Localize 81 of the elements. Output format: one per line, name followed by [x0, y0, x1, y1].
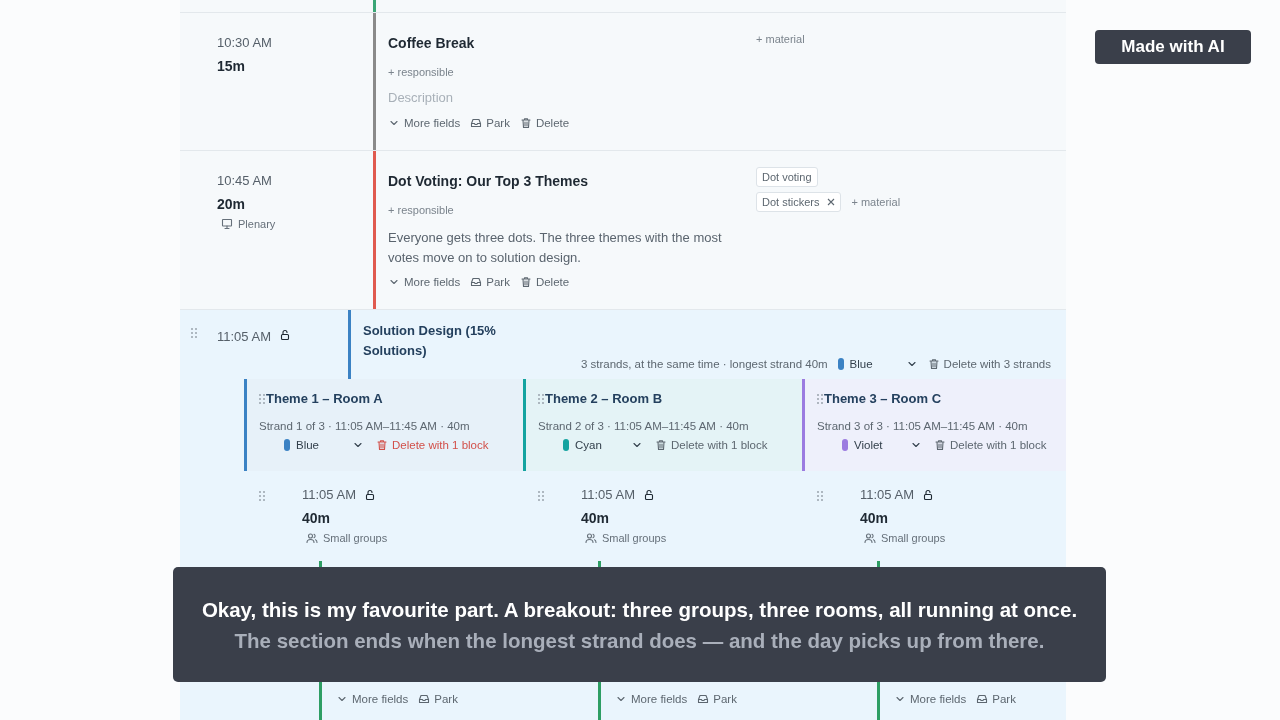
- people-icon: [306, 532, 318, 544]
- duration: 40m: [581, 510, 611, 526]
- start-time: 11:05 AM: [581, 487, 635, 502]
- park-button[interactable]: Park: [976, 693, 1016, 705]
- session-title: Dot Voting: Our Top 3 Themes: [388, 173, 590, 189]
- color-select[interactable]: Blue: [284, 439, 364, 451]
- drag-handle-icon[interactable]: [817, 393, 823, 404]
- more-fields-button[interactable]: More fields: [336, 693, 409, 705]
- unlocked-lock-icon: [642, 488, 655, 501]
- color-select[interactable]: Violet: [842, 439, 922, 451]
- drag-handle-icon[interactable]: [259, 393, 265, 404]
- people-icon: [864, 532, 876, 544]
- duration: 40m: [860, 510, 890, 526]
- delete-strand-button[interactable]: Delete with 1 block: [655, 439, 768, 451]
- drag-handle-icon[interactable]: [259, 491, 265, 501]
- strand-title: Theme 2 – Room B: [545, 391, 663, 406]
- inbox-icon: [976, 693, 989, 705]
- trash-icon: [519, 276, 532, 288]
- made-with-ai-badge: Made with AI: [1095, 30, 1251, 64]
- start-time: 11:05 AM: [217, 329, 271, 344]
- duration: 20m: [217, 196, 247, 212]
- close-icon[interactable]: [827, 198, 836, 206]
- inbox-icon: [418, 693, 431, 705]
- session-description: Everyone gets three dots. The three themes with the most votes move on to solution design.: [388, 229, 723, 267]
- duration: 40m: [302, 510, 332, 526]
- strand-title: Theme 1 – Room A: [266, 391, 383, 406]
- format-label: Plenary: [221, 218, 373, 230]
- add-responsible-link[interactable]: + responsible: [388, 66, 454, 78]
- strand-info: Strand 2 of 3 · 11:05 AM–11:45 AM · 40m: [538, 420, 750, 432]
- start-time: 11:05 AM: [302, 487, 356, 502]
- trash-icon: [376, 439, 388, 451]
- drag-handle-icon[interactable]: [538, 491, 544, 501]
- park-button[interactable]: Park: [418, 693, 458, 705]
- color-select[interactable]: Cyan: [563, 439, 643, 451]
- more-fields-button[interactable]: More fields: [388, 117, 461, 129]
- session-title: Coffee Break: [388, 35, 476, 51]
- park-button[interactable]: Park: [470, 276, 510, 288]
- trash-icon: [927, 358, 940, 370]
- drag-handle-icon[interactable]: [191, 328, 197, 338]
- strand-info: Strand 3 of 3 · 11:05 AM–11:45 AM · 40m: [817, 420, 1029, 432]
- delete-section-button[interactable]: Delete with 3 strands: [927, 358, 1051, 370]
- people-icon: [585, 532, 597, 544]
- add-responsible-link[interactable]: + responsible: [388, 204, 454, 216]
- inbox-icon: [470, 276, 483, 288]
- trash-icon: [519, 117, 532, 129]
- start-time: 10:30 AM: [217, 35, 273, 50]
- delete-strand-button[interactable]: Delete with 1 block: [934, 439, 1047, 451]
- trash-icon: [934, 439, 946, 451]
- presentation-board-icon: [221, 218, 233, 230]
- more-fields-button[interactable]: More fields: [388, 276, 461, 288]
- material-tag: Dot voting: [756, 167, 818, 187]
- delete-strand-button[interactable]: Delete with 1 block: [376, 439, 489, 451]
- unlocked-lock-icon: [363, 488, 376, 501]
- park-button[interactable]: Park: [470, 117, 510, 129]
- start-time: 10:45 AM: [217, 173, 273, 188]
- unlocked-lock-icon: [921, 488, 934, 501]
- delete-button[interactable]: Delete: [519, 276, 570, 288]
- inbox-icon: [697, 693, 710, 705]
- strand-title: Theme 3 – Room C: [824, 391, 942, 406]
- material-tag: Dot stickers: [756, 192, 842, 212]
- start-time: 11:05 AM: [860, 487, 914, 502]
- format-label: Small groups: [585, 532, 667, 544]
- color-select[interactable]: Blue: [837, 358, 918, 370]
- delete-button[interactable]: Delete: [519, 117, 570, 129]
- more-fields-button[interactable]: More fields: [615, 693, 688, 705]
- format-label: Small groups: [864, 532, 946, 544]
- section-info: 3 strands, at the same time · longest strand 40m: [580, 358, 828, 370]
- format-label: Small groups: [306, 532, 388, 544]
- more-fields-button[interactable]: More fields: [894, 693, 967, 705]
- strand-info: Strand 1 of 3 · 11:05 AM–11:45 AM · 40m: [259, 420, 471, 432]
- drag-handle-icon[interactable]: [817, 491, 823, 501]
- unlocked-lock-icon: [278, 329, 291, 341]
- section-title: Solution Design (15% Solutions): [362, 322, 497, 360]
- inbox-icon: [470, 117, 483, 129]
- add-material-link[interactable]: + material: [851, 196, 901, 208]
- drag-handle-icon[interactable]: [538, 393, 544, 404]
- subtitle-caption: Okay, this is my favourite part. A breakout: three groups, three rooms, all running at once. The section ends when the longest strand does — and the day picks up from there.: [200, 596, 1079, 654]
- add-material-link[interactable]: + material: [756, 33, 805, 45]
- trash-icon: [655, 439, 667, 451]
- park-button[interactable]: Park: [697, 693, 737, 705]
- duration: 15m: [217, 58, 247, 74]
